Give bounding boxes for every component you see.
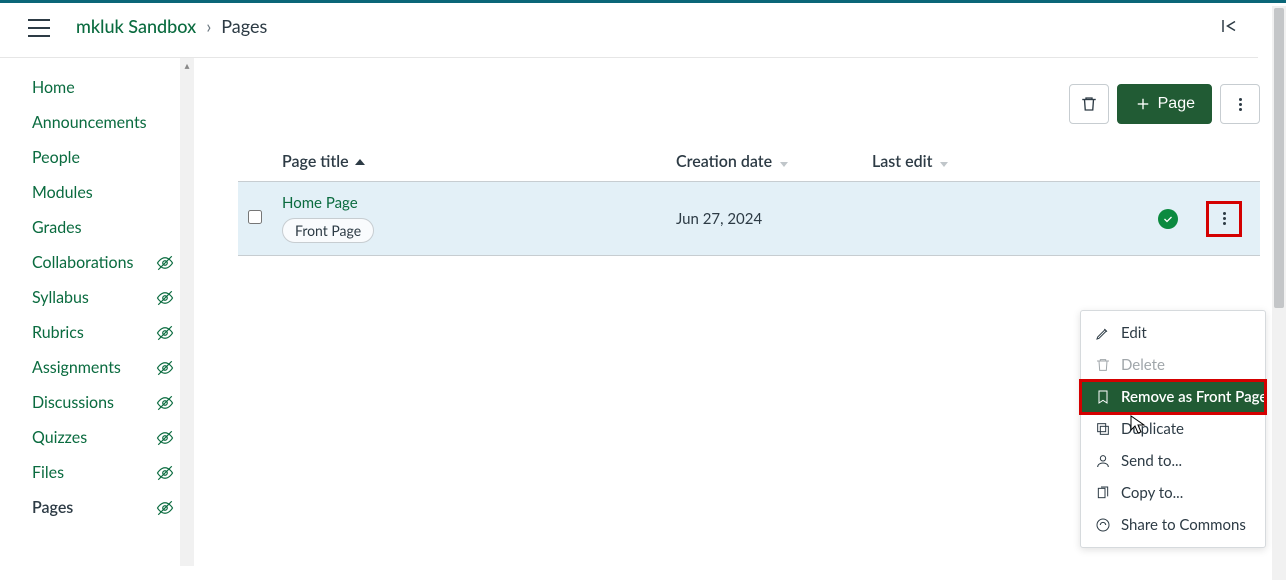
hidden-eye-icon [156,394,174,412]
delete-pages-button[interactable] [1069,84,1109,124]
menu-item-label: Share to Commons [1121,516,1246,534]
sidebar-item-discussions[interactable]: Discussions [28,385,178,420]
hidden-eye-icon [156,499,174,517]
sidebar-item-syllabus[interactable]: Syllabus [28,280,178,315]
sidebar-item-label: Syllabus [32,288,156,307]
sort-icon [780,162,788,167]
row-context-menu: Edit Delete Remove as Front Page Duplica… [1080,310,1266,548]
column-header-title-label: Page title [282,152,349,171]
sidebar-item-rubrics[interactable]: Rubrics [28,315,178,350]
hidden-eye-icon [156,289,174,307]
sidebar-item-announcements[interactable]: Announcements [28,105,178,140]
kebab-icon [1239,98,1242,111]
published-icon[interactable] [1158,209,1178,229]
user-icon [1095,453,1111,469]
column-header-creation-label: Creation date [676,152,772,171]
breadcrumb-current: Pages [221,15,267,37]
menu-item-copy-to[interactable]: Copy to... [1081,477,1265,509]
column-header-title[interactable]: Page title [276,152,676,171]
menu-item-duplicate[interactable]: Duplicate [1081,413,1265,445]
hidden-eye-icon [156,359,174,377]
hidden-eye-icon [156,254,174,272]
plus-icon [1134,95,1152,113]
sidebar-item-home[interactable]: Home [28,70,178,105]
add-page-button[interactable]: Page [1117,84,1212,124]
duplicate-icon [1095,421,1111,437]
sidebar-item-collaborations[interactable]: Collaborations [28,245,178,280]
sidebar-item-label: Assignments [32,358,156,377]
hamburger-icon[interactable] [28,19,52,37]
menu-item-label: Delete [1121,356,1165,374]
sidebar-item-label: Files [32,463,156,482]
breadcrumb-course-link[interactable]: mkluk Sandbox [76,15,196,37]
page-toolbar: Page [238,84,1260,124]
sort-icon [940,162,948,167]
front-page-badge: Front Page [282,218,374,243]
sidebar-item-grades[interactable]: Grades [28,210,178,245]
sidebar-item-label: Quizzes [32,428,156,447]
sidebar-item-files[interactable]: Files [28,455,178,490]
sidebar-item-label: Pages [32,498,156,517]
sidebar-item-label: Modules [32,183,174,202]
row-creation-date: Jun 27, 2024 [676,210,872,228]
sidebar-item-people[interactable]: People [28,140,178,175]
sidebar-item-label: People [32,148,174,167]
toolbar-more-button[interactable] [1220,84,1260,124]
sidebar-item-label: Rubrics [32,323,156,342]
menu-item-label: Edit [1121,324,1147,342]
sidebar-item-label: Announcements [32,113,174,132]
sidebar-scrollbar[interactable]: ▴ [180,58,194,566]
column-header-lastedit[interactable]: Last edit [872,152,1072,171]
page-scrollbar[interactable] [1272,6,1286,580]
sidebar-item-modules[interactable]: Modules [28,175,178,210]
sidebar-item-label: Collaborations [32,253,156,272]
page-title-link[interactable]: Home Page [282,194,676,212]
sidebar-item-quizzes[interactable]: Quizzes [28,420,178,455]
sidebar-item-label: Grades [32,218,174,237]
table-header-row: Page title Creation date Last edit [238,146,1260,181]
add-page-label: Page [1158,95,1195,113]
trash-icon [1095,357,1111,373]
kebab-icon [1223,212,1226,225]
menu-item-label: Send to... [1121,452,1182,470]
trash-icon [1080,95,1098,113]
menu-item-edit[interactable]: Edit [1081,317,1265,349]
chevron-right-icon: › [206,15,211,37]
menu-item-share-commons[interactable]: Share to Commons [1081,509,1265,541]
bookmark-icon [1095,389,1111,405]
copy-icon [1095,485,1111,501]
main-content: Page Page title Creation date Last edit [194,58,1286,566]
collapse-menu-icon[interactable] [1220,17,1238,35]
menu-item-delete: Delete [1081,349,1265,381]
breadcrumb: mkluk Sandbox › Pages [76,15,267,37]
hidden-eye-icon [156,464,174,482]
sidebar-item-assignments[interactable]: Assignments [28,350,178,385]
sort-asc-icon [355,159,365,165]
hidden-eye-icon [156,429,174,447]
column-header-creation[interactable]: Creation date [676,152,872,171]
top-bar: mkluk Sandbox › Pages [0,3,1258,58]
commons-icon [1095,517,1111,533]
course-nav: Home Announcements People Modules Grades Coll… [28,58,178,566]
sidebar-item-label: Home [32,78,174,97]
sidebar-item-label: Discussions [32,393,156,412]
hidden-eye-icon [156,324,174,342]
row-more-button[interactable] [1206,201,1242,237]
pencil-icon [1095,325,1111,341]
menu-item-label: Copy to... [1121,484,1183,502]
column-header-lastedit-label: Last edit [872,152,932,171]
row-checkbox[interactable] [248,210,262,224]
menu-item-label: Duplicate [1121,420,1184,438]
menu-item-label: Remove as Front Page [1121,388,1267,406]
table-row: Home Page Front Page Jun 27, 2024 [238,181,1260,256]
sidebar-item-pages[interactable]: Pages [28,490,178,525]
menu-item-remove-front-page[interactable]: Remove as Front Page [1081,381,1265,413]
menu-item-send-to[interactable]: Send to... [1081,445,1265,477]
